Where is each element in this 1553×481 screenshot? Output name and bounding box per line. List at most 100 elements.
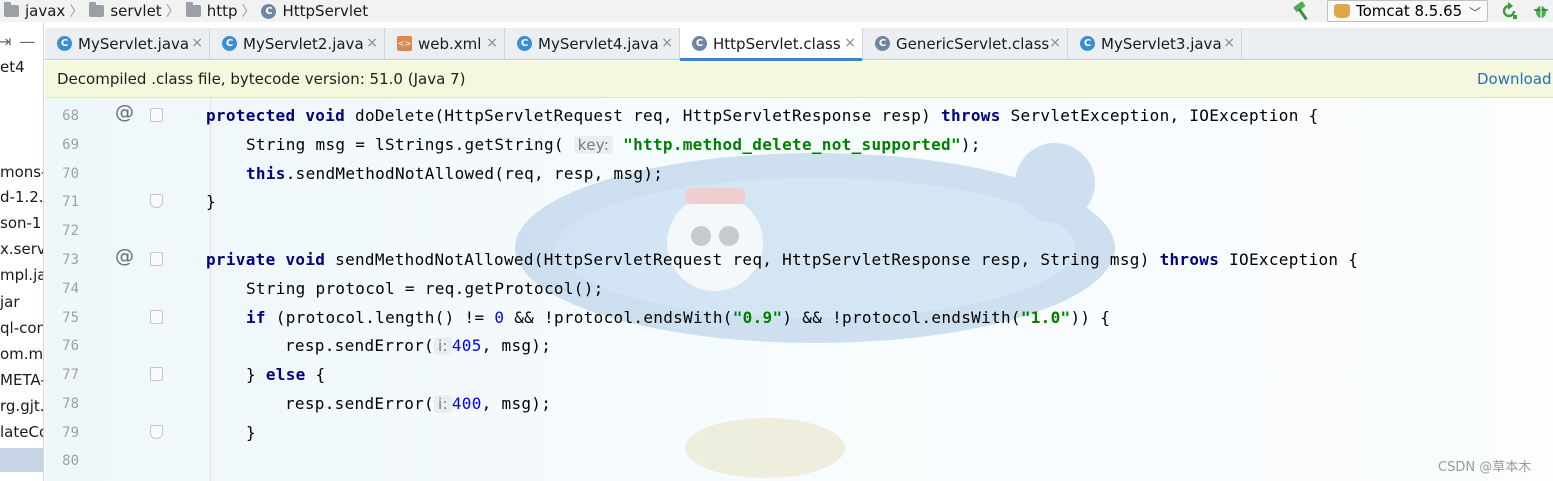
code-text: resp.sendError(i: 405, msg);	[285, 336, 552, 355]
split-icon[interactable]: ⇥	[0, 32, 11, 51]
code-line: 75 if (protocol.length() != 0 && !protoc…	[45, 303, 1553, 332]
breadcrumb-label: http	[206, 2, 238, 20]
banner-text: Decompiled .class file, bytecode version…	[57, 70, 466, 88]
fold-toggle-icon[interactable]	[150, 310, 163, 324]
code-line: 74 String protocol = req.getProtocol();	[45, 274, 1553, 303]
chevron-right-icon: 〉	[165, 4, 180, 20]
line-number: 76	[62, 338, 79, 354]
line-number: 79	[62, 425, 79, 441]
project-panel-toolbar: ⇥ —	[0, 22, 43, 60]
close-tab-icon[interactable]: ×	[1223, 35, 1235, 51]
parameter-hint: key:	[573, 136, 614, 154]
code-text: private void sendMethodNotAllowed(HttpSe…	[206, 250, 1359, 269]
code-line: 78 resp.sendError(i: 400, msg);	[45, 389, 1553, 418]
tree-item[interactable]: META-I	[0, 371, 43, 389]
breadcrumb-httpservlet[interactable]: C HttpServlet	[259, 0, 370, 22]
tab-label: GenericServlet.class	[896, 34, 1050, 53]
override-marker-icon[interactable]: @	[115, 245, 134, 267]
tree-item[interactable]: x.servle	[0, 240, 43, 258]
selected-tree-row[interactable]	[0, 448, 43, 472]
tree-item[interactable]: rg.gjt.	[0, 397, 43, 415]
line-number: 74	[62, 281, 79, 297]
tab-httpservlet-class[interactable]: C HttpServlet.class ×	[680, 28, 863, 61]
code-line: 80	[45, 446, 1553, 475]
close-tab-icon[interactable]: ×	[844, 35, 856, 51]
line-number: 68	[62, 108, 79, 124]
code-line: 72	[45, 216, 1553, 245]
tomcat-icon	[1334, 4, 1350, 18]
download-sources-link[interactable]: Download.	[1477, 70, 1553, 88]
tree-item[interactable]: ql-con	[0, 319, 43, 337]
chevron-down-icon: ﹀	[1468, 6, 1481, 20]
fold-toggle-icon[interactable]	[150, 367, 163, 381]
parameter-hint: i:	[434, 337, 452, 355]
breadcrumb-http[interactable]: http	[184, 0, 240, 22]
tree-item[interactable]: mpl.jar	[0, 266, 43, 284]
code-line: 76 resp.sendError(i: 405, msg);	[45, 331, 1553, 360]
rerun-icon[interactable]	[1500, 2, 1518, 20]
code-text: if (protocol.length() != 0 && !protocol.…	[246, 308, 1111, 327]
line-number: 75	[62, 310, 79, 326]
breadcrumb-javax[interactable]: javax	[0, 0, 67, 22]
close-tab-icon[interactable]: ×	[661, 35, 673, 51]
tab-myservlet3[interactable]: C MyServlet3.java ×	[1068, 28, 1242, 59]
tree-item[interactable]: lateCo	[0, 423, 43, 441]
xml-file-icon: <>	[397, 36, 412, 51]
code-line: 68 @ protected void doDelete(HttpServlet…	[45, 101, 1553, 130]
breadcrumb-label: javax	[25, 2, 66, 20]
breadcrumb-label: HttpServlet	[282, 2, 369, 20]
fold-toggle-icon[interactable]	[150, 108, 163, 122]
close-tab-icon[interactable]: ×	[366, 35, 378, 51]
editor-tab-bar: C MyServlet.java × C MyServlet2.java × <…	[45, 28, 1553, 61]
tab-genericservlet-class[interactable]: C GenericServlet.class ×	[863, 28, 1068, 59]
tree-item[interactable]: jar	[0, 293, 20, 311]
parameter-hint: i:	[434, 395, 452, 413]
tree-item[interactable]: mons-	[0, 163, 43, 181]
line-number: 78	[62, 396, 79, 412]
decompiled-banner: Decompiled .class file, bytecode version…	[45, 61, 1553, 98]
debug-bug-icon[interactable]	[1532, 2, 1550, 20]
tab-myservlet4[interactable]: C MyServlet4.java ×	[505, 28, 680, 59]
code-text: }	[206, 192, 216, 211]
tab-label: MyServlet.java	[78, 34, 190, 53]
tree-item[interactable]: d-1.2.5	[0, 188, 43, 206]
code-text: String msg = lStrings.getString( key: "h…	[246, 135, 981, 154]
class-icon: C	[261, 3, 277, 19]
close-tab-icon[interactable]: ×	[191, 35, 203, 51]
code-text: } else {	[246, 365, 326, 384]
close-tab-icon[interactable]: ×	[486, 35, 498, 51]
tree-item[interactable]: et4	[0, 58, 25, 76]
tab-web-xml[interactable]: <> web.xml ×	[385, 28, 505, 59]
breadcrumb-label: servlet	[110, 2, 162, 20]
chevron-right-icon: 〉	[241, 4, 256, 20]
chevron-right-icon: 〉	[69, 4, 84, 20]
code-text: this.sendMethodNotAllowed(req, resp, msg…	[246, 164, 664, 183]
breadcrumb-servlet[interactable]: servlet	[87, 0, 163, 22]
build-hammer-icon[interactable]	[1292, 1, 1314, 21]
tab-myservlet[interactable]: C MyServlet.java ×	[45, 28, 210, 59]
project-tree-panel: ⇥ — et4 mons- d-1.2.5 son-1. x.servle mp…	[0, 22, 44, 481]
class-icon: C	[1080, 36, 1095, 51]
override-marker-icon[interactable]: @	[115, 101, 134, 123]
run-configuration-select[interactable]: Tomcat 8.5.65 ﹀	[1327, 0, 1488, 22]
tab-label: web.xml	[418, 34, 482, 53]
tab-label: MyServlet4.java	[538, 34, 659, 53]
fold-toggle-icon[interactable]	[150, 252, 163, 266]
tab-myservlet2[interactable]: C MyServlet2.java ×	[210, 28, 385, 59]
fold-toggle-icon[interactable]	[150, 194, 163, 208]
minimize-icon[interactable]: —	[19, 32, 35, 51]
tree-item[interactable]: om.my	[0, 345, 43, 363]
code-editor[interactable]: 68 @ protected void doDelete(HttpServlet…	[45, 98, 1553, 481]
line-number: 77	[62, 367, 79, 383]
fold-toggle-icon[interactable]	[150, 425, 163, 439]
close-tab-icon[interactable]: ×	[1049, 35, 1061, 51]
navigation-bar: javax 〉 servlet 〉 http 〉 C HttpServlet	[0, 0, 1553, 22]
tree-item[interactable]: son-1.	[0, 214, 43, 232]
line-number: 72	[62, 223, 79, 239]
code-line: 79 }	[45, 418, 1553, 447]
code-text: protected void doDelete(HttpServletReque…	[206, 106, 1319, 125]
run-config-label: Tomcat 8.5.65	[1356, 2, 1463, 20]
tab-label: MyServlet3.java	[1101, 34, 1222, 53]
code-line: 77 } else {	[45, 360, 1553, 389]
tab-label: MyServlet2.java	[243, 34, 364, 53]
